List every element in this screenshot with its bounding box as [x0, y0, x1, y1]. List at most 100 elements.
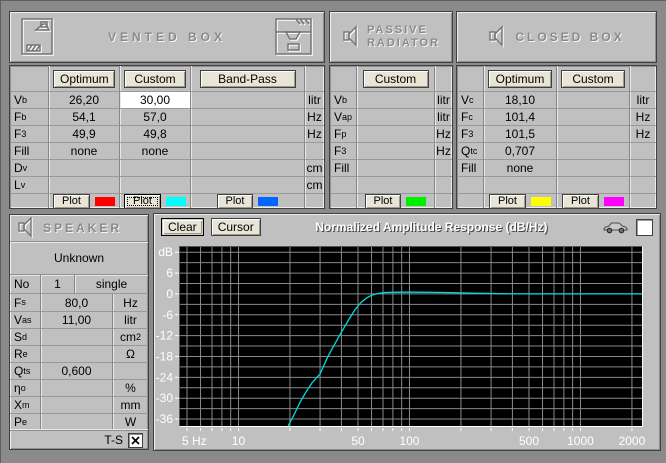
- closed-optimum-button[interactable]: Optimum: [488, 69, 552, 88]
- svg-text:dB: dB: [158, 245, 173, 259]
- spk-pe-label: Pe: [10, 413, 40, 430]
- passive-plot-button[interactable]: Plot: [364, 194, 402, 208]
- ts-row: T-S: [10, 430, 148, 449]
- empty-cell: [434, 193, 452, 208]
- svg-text:1000: 1000: [567, 434, 594, 448]
- plot-background-color-box[interactable]: [636, 218, 653, 236]
- cb-f3-unit: Hz: [629, 125, 656, 142]
- empty-cell: [330, 193, 356, 208]
- chart-header: Clear Cursor Normalized Amplitude Respon…: [154, 214, 660, 240]
- vented-box-icon: [21, 18, 54, 56]
- corner-cell: [304, 66, 324, 91]
- passive-custom-button[interactable]: Custom: [362, 69, 429, 88]
- spk-qts-value[interactable]: 0,600: [40, 362, 112, 379]
- vented-dv-unit: cm: [304, 159, 324, 176]
- spk-fs-value[interactable]: 80,0: [40, 294, 112, 311]
- vented-custom-plot-button[interactable]: Plot: [124, 194, 161, 208]
- empty-cell: [356, 176, 434, 193]
- car-icon[interactable]: [602, 220, 629, 234]
- spk-fs-label: Fs: [14, 295, 26, 310]
- spk-qts-label: Qts: [10, 362, 40, 379]
- cb-fc-custom-value: [556, 108, 629, 125]
- spk-re-value[interactable]: [40, 345, 112, 362]
- speaker-name[interactable]: Unknown: [10, 242, 148, 275]
- ts-checkbox[interactable]: [128, 432, 143, 448]
- vented-dv-bandpass-value: [190, 159, 304, 176]
- pr-vap-unit: litr: [434, 108, 452, 125]
- vented-optimum-plot-button[interactable]: Plot: [53, 194, 90, 208]
- pr-fp-value: [356, 125, 434, 142]
- empty-cell: [556, 176, 629, 193]
- closed-optimum-plot-swatch: [530, 196, 551, 206]
- vented-fill-label: Fill: [10, 142, 48, 159]
- passive-radiator-header: PASSIVE RADIATOR: [329, 11, 453, 63]
- svg-text:10: 10: [232, 434, 246, 448]
- vented-optimum-button[interactable]: Optimum: [53, 69, 115, 88]
- vented-vb-custom-input[interactable]: 30,00: [119, 91, 190, 108]
- vented-fb-unit: Hz: [304, 108, 324, 125]
- cursor-button[interactable]: Cursor: [210, 218, 261, 236]
- driver-icon: [489, 25, 505, 48]
- vented-vb-label: Vb: [10, 91, 48, 108]
- cb-fc-unit: Hz: [629, 108, 656, 125]
- pr-vb-unit: litr: [434, 91, 452, 108]
- pr-fill-label: Fill: [330, 159, 356, 176]
- spk-eta-unit: %: [112, 379, 148, 396]
- passive-plot-swatch: [406, 196, 427, 206]
- vented-fill-custom-value[interactable]: none: [119, 142, 190, 159]
- pr-fill-value: [356, 159, 434, 176]
- vented-lv-bandpass-value: [190, 176, 304, 193]
- corner-cell: [457, 66, 483, 91]
- vented-custom-button[interactable]: Custom: [124, 69, 186, 88]
- closed-custom-plot-button[interactable]: Plot: [562, 194, 599, 208]
- spk-xm-label: Xm: [10, 396, 40, 413]
- vented-fill-optimum-value[interactable]: none: [48, 142, 119, 159]
- cb-fill-optimum-value[interactable]: none: [483, 159, 556, 176]
- speaker-no-row: No 1 single: [10, 275, 148, 294]
- speaker-no-value[interactable]: 1: [40, 275, 74, 294]
- closed-optimum-plot-button[interactable]: Plot: [489, 194, 526, 208]
- spk-fs-unit: Hz: [112, 294, 148, 311]
- vented-vb-bandpass-value: [190, 91, 304, 108]
- cb-f3-optimum-value: 101,5: [483, 125, 556, 142]
- svg-text:50: 50: [351, 434, 365, 448]
- spk-sd-value[interactable]: [40, 328, 112, 345]
- vented-lv-unit: cm: [304, 176, 324, 193]
- closed-custom-button[interactable]: Custom: [561, 69, 625, 88]
- vented-fb-custom-value[interactable]: 57,0: [119, 108, 190, 125]
- passive-radiator-title: PASSIVE RADIATOR: [366, 24, 441, 49]
- spk-eta-label: ηo: [10, 379, 40, 396]
- svg-text:100: 100: [399, 434, 419, 448]
- vented-bandpass-plot-button[interactable]: Plot: [216, 194, 254, 208]
- empty-cell: [629, 193, 656, 208]
- vented-box-header: VENTED BOX: [9, 11, 325, 63]
- driver-icon: [343, 25, 358, 48]
- speaker-title: SPEAKER: [43, 221, 123, 235]
- corner-cell: [629, 66, 656, 91]
- svg-text:2000: 2000: [619, 434, 646, 448]
- spk-eta-value[interactable]: [40, 379, 112, 396]
- svg-text:-24: -24: [156, 370, 174, 384]
- amplitude-response-plot[interactable]: dB 6 0 -6 -12 -18 -24 -30 -36 5 Hz 10 50 100 500 1000 2…: [154, 240, 660, 450]
- closed-box-table: Optimum Custom Vc 18,10 litr Fc 101,4 Hz…: [456, 65, 657, 209]
- vented-vb-optimum-value: 26,20: [48, 91, 119, 108]
- speaker-mode-value[interactable]: single: [74, 275, 148, 294]
- spk-vas-unit: litr: [112, 311, 148, 328]
- app-window: VENTED BOX PASSIVE RADIATOR CLOSED BOX O…: [0, 0, 666, 463]
- clear-button[interactable]: Clear: [161, 218, 204, 236]
- vented-vb-unit: litr: [304, 91, 324, 108]
- cb-f3-custom-value: [556, 125, 629, 142]
- spk-xm-value[interactable]: [40, 396, 112, 413]
- cb-qtc-optimum-value: 0,707: [483, 142, 556, 159]
- spk-re-label: Re: [10, 345, 40, 362]
- svg-text:-18: -18: [156, 349, 174, 363]
- spk-pe-value[interactable]: [40, 413, 112, 430]
- vented-bandpass-button[interactable]: Band-Pass: [199, 69, 296, 88]
- corner-cell: [10, 66, 48, 91]
- vented-box-title: VENTED BOX: [107, 30, 226, 44]
- spk-vas-value[interactable]: 11,00: [40, 311, 112, 328]
- vented-fb-bandpass-value: [190, 108, 304, 125]
- empty-cell: [457, 176, 483, 193]
- vented-dv-label: Dv: [10, 159, 48, 176]
- pr-vb-label: Vb: [330, 91, 356, 108]
